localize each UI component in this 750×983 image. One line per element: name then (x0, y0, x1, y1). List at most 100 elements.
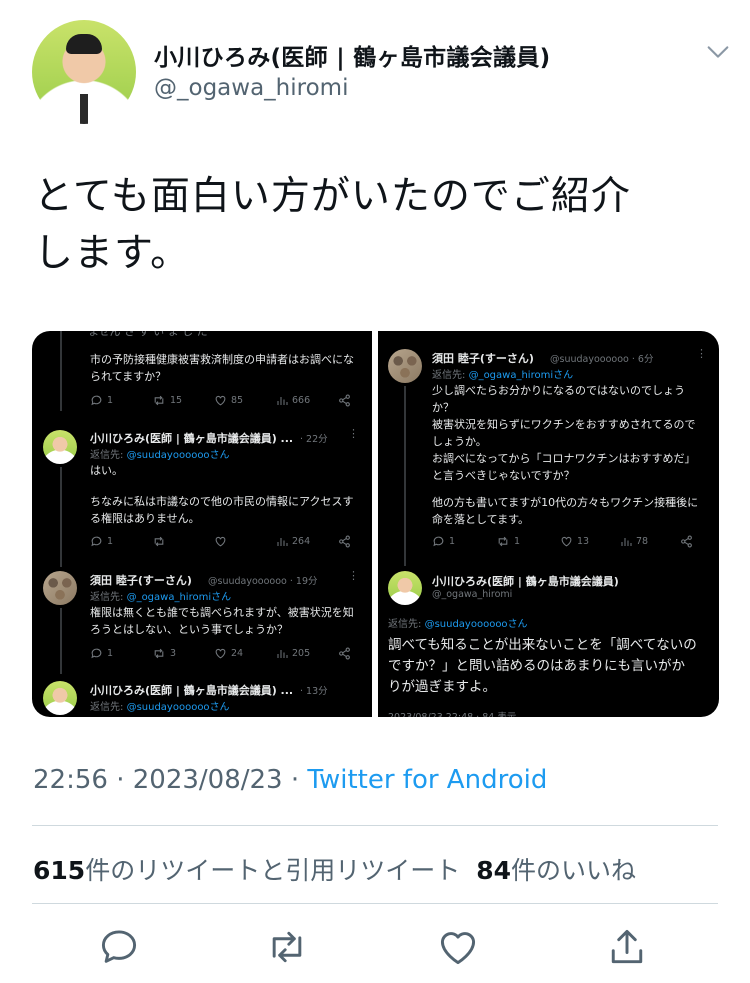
share-icon (681, 535, 692, 548)
share-icon[interactable] (605, 925, 649, 969)
tweet-action-bar (0, 925, 750, 975)
reply-icon (91, 395, 102, 406)
author-display-name[interactable]: 小川ひろみ(医師 | 鶴ヶ島市議会議員) (154, 38, 550, 72)
r2-avatar[interactable] (388, 571, 422, 605)
more-icon[interactable]: ⋮ (348, 427, 359, 440)
reply-action[interactable]: 1 (432, 535, 496, 548)
t2-reply-to: 返信先: @suudayooooooさん (90, 450, 230, 461)
like-icon (215, 395, 226, 406)
reply-icon (91, 536, 102, 547)
reply-icon[interactable] (97, 925, 141, 969)
tweet-source-link[interactable]: Twitter for Android (307, 765, 547, 795)
reply-action[interactable]: 1 (90, 535, 152, 548)
t3-avatar[interactable] (43, 571, 77, 605)
thread-line (60, 467, 62, 567)
share-action[interactable] (338, 647, 351, 660)
share-icon (339, 535, 350, 548)
tweet-timestamp: 22:56 · 2023/08/23 · Twitter for Android (33, 765, 547, 795)
t3-reply-to: 返信先: @_ogawa_hiromiさん (90, 592, 232, 603)
like-icon[interactable] (436, 925, 480, 969)
views-action[interactable]: 205 (276, 647, 338, 660)
retweet-icon (154, 536, 164, 547)
share-action[interactable] (338, 535, 351, 548)
like-action[interactable] (214, 535, 276, 548)
r2-text-line: 調べても知ることが出来ないことを「調べてないの (388, 637, 697, 653)
media-image-right[interactable]: 須田 睦子(すーさん) @suudayoooooo · 6分 ⋮ 返信先: @_… (378, 331, 719, 717)
t4-avatar[interactable] (43, 681, 77, 715)
partial-text: ません さ す い ま し た (88, 331, 208, 338)
thread-line (404, 386, 406, 566)
sep: · (290, 765, 300, 795)
t4-name[interactable]: 小川ひろみ(医師 | 鶴ヶ島市議会議員) ... (90, 682, 293, 698)
tweet-text: とても面白い方がいたのでご紹介 します。 (34, 168, 724, 282)
share-action[interactable] (338, 394, 351, 407)
r1-text: 少し調べたらお分かりになるのではないのでしょう か？ 被害状況を知らずにワクチン… (432, 382, 698, 528)
q1-text: 市の予防接種健康被害救済制度の申請者はお調べにな られてますか？ (90, 351, 354, 385)
author-handle[interactable]: @_ogawa_hiromi (154, 75, 348, 101)
reply-action[interactable]: 1 (90, 394, 152, 407)
r1-text-line: 少し調べたらお分かりになるのではないのでしょう (432, 384, 685, 397)
retweet-action[interactable] (152, 535, 214, 548)
t2-name[interactable]: 小川ひろみ(医師 | 鶴ヶ島市議会議員) ... (90, 430, 293, 446)
chevron-down-icon[interactable] (704, 38, 732, 66)
t2-time: · 22分 (300, 434, 328, 445)
tweet-date: 2023/08/23 (132, 765, 283, 795)
r1-name[interactable]: 須田 睦子(すーさん) (432, 350, 534, 366)
like-action[interactable]: 85 (214, 394, 276, 407)
like-icon (215, 536, 226, 547)
r2-reply-to: 返信先: @suudayooooooさん (388, 619, 528, 630)
r1-avatar[interactable] (388, 349, 422, 383)
views-icon (277, 649, 288, 658)
author-avatar[interactable] (32, 20, 136, 124)
q1-actions: 1 15 85 666 (90, 394, 351, 407)
retweets-stat[interactable]: 615件のリツイートと引用リツイート (33, 856, 460, 885)
tweet-text-line: とても面白い方がいたのでご紹介 (34, 174, 631, 219)
retweet-icon (498, 536, 508, 547)
t4-time: · 13分 (300, 686, 328, 697)
likes-stat[interactable]: 84件のいいね (476, 856, 636, 885)
r1-handle: @suudayoooooo · 6分 (550, 354, 654, 365)
q1-text-line: られてますか？ (90, 370, 167, 383)
r2-name[interactable]: 小川ひろみ(医師 | 鶴ヶ島市議会議員) (432, 573, 619, 589)
t3-name[interactable]: 須田 睦子(すーさん) (90, 572, 192, 588)
media-image-left[interactable]: ません さ す い ま し た 市の予防接種健康被害救済制度の申請者はお調べにな… (32, 331, 372, 717)
r1-text-line: 命を落としてます。 (432, 513, 530, 526)
r2-text: 調べても知ることが出来ないことを「調べてないの ですか？」と問い詰めるのはあまり… (388, 635, 697, 698)
retweet-action[interactable]: 15 (152, 394, 214, 407)
t3-handle: @suudayoooooo · 19分 (208, 576, 318, 587)
retweet-icon[interactable] (265, 925, 309, 969)
divider (32, 903, 718, 904)
retweet-action[interactable]: 3 (152, 647, 214, 660)
r1-text-line: と言うべきじゃないですか？ (432, 469, 575, 482)
views-icon (277, 537, 288, 546)
like-action[interactable]: 24 (214, 647, 276, 660)
reply-icon (433, 536, 444, 547)
views-action[interactable]: 264 (276, 535, 338, 548)
tweet-text-line: します。 (34, 231, 191, 276)
divider (32, 825, 718, 826)
r1-actions: 1 1 13 78 (432, 535, 693, 548)
more-icon[interactable]: ⋮ (696, 347, 707, 360)
t2-text-line: ちなみに私は市議なので他の市民の情報にアクセスす (90, 495, 354, 508)
share-action[interactable] (680, 535, 693, 548)
reply-action[interactable]: 1 (90, 647, 152, 660)
tweet-stats: 615件のリツイートと引用リツイート 84件のいいね (33, 851, 636, 887)
views-action[interactable]: 666 (276, 394, 338, 407)
views-action[interactable]: 78 (620, 535, 680, 548)
r1-text-line: お調べになってから「コロナワクチンはおすすめだ」 (432, 452, 696, 465)
thread-line (60, 331, 62, 411)
like-action[interactable]: 13 (560, 535, 620, 548)
t3-text-line: 権限は無くとも誰でも調べられますが、被害状況を知 (90, 606, 354, 619)
retweet-icon (154, 395, 164, 406)
t2-avatar[interactable] (43, 430, 77, 464)
tweet-media[interactable]: ません さ す い ま し た 市の予防接種健康被害救済制度の申請者はお調べにな… (32, 331, 719, 717)
r1-text-line: しょうか。 (432, 435, 487, 448)
q1-text-line: 市の予防接種健康被害救済制度の申請者はお調べにな (90, 353, 354, 366)
views-icon (621, 537, 632, 546)
retweet-action[interactable]: 1 (496, 535, 560, 548)
r1-text-line: 他の方も書いてますが10代の方々もワクチン接種後に (432, 496, 699, 509)
more-icon[interactable]: ⋮ (348, 569, 359, 582)
r1-text-line: か？ (432, 401, 454, 414)
retweet-icon (154, 648, 164, 659)
reply-icon (91, 648, 102, 659)
